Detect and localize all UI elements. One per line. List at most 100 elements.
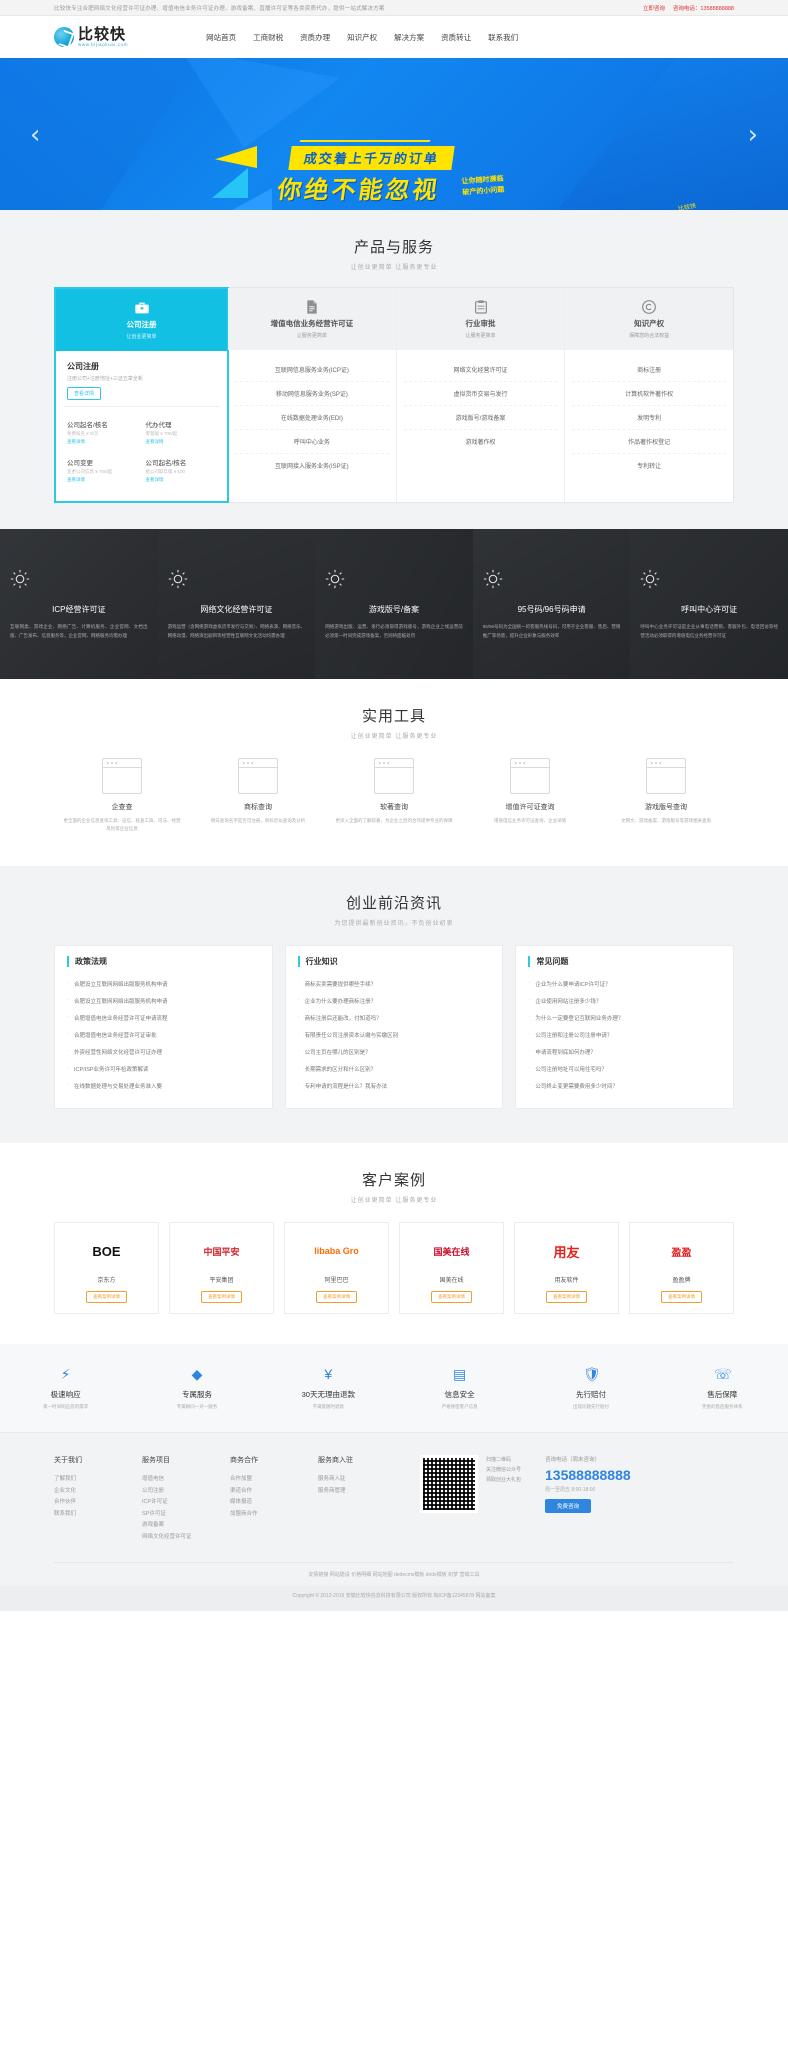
case-card[interactable]: BOE 京东方 查看案例详情 <box>54 1222 159 1315</box>
registration-item[interactable]: 代办代理 零基础 ¥ 700/起 查看详情 <box>142 413 221 451</box>
footer-link[interactable]: 了解我们 <box>54 1474 142 1486</box>
service-item[interactable]: 移动网信息服务业务(SP证) <box>235 382 389 406</box>
service-item[interactable]: 作品著作权登记 <box>572 430 726 454</box>
footer-link[interactable]: 渠道合作 <box>230 1486 318 1498</box>
footer-link[interactable]: 游戏备案 <box>142 1520 230 1532</box>
news-item[interactable]: 公司主页在哪儿的区别是？ <box>298 1043 491 1060</box>
service-item[interactable]: 互联网信息服务业务(ICP证) <box>235 358 389 382</box>
service-item[interactable]: 专利转让 <box>572 454 726 477</box>
nav-item-home[interactable]: 网站首页 <box>206 32 236 43</box>
footer-link[interactable]: 服务商管理 <box>318 1486 406 1498</box>
footer-link[interactable]: 合作加盟 <box>230 1474 318 1486</box>
footer-link[interactable]: SP许可证 <box>142 1509 230 1521</box>
news-item[interactable]: 长期需求的区分和什么区别？ <box>298 1060 491 1077</box>
license-card-culture[interactable]: 网络文化经营许可证 游戏运营（含网络游戏虚拟货币发行与交易）、网络表演、网络音乐… <box>157 529 316 679</box>
tool-item-game-number[interactable]: 游戏版号查询 文网文、游戏备案、游戏版号等游戏相关查询 <box>598 758 734 832</box>
banner-prev-arrow[interactable]: ‹ <box>30 120 40 150</box>
license-card-95-number[interactable]: 95号码/96号码申请 95/96号码为全国统一的客服热线号码，可用于企业客服、… <box>472 529 631 679</box>
news-item[interactable]: 合肥设立互联网网络出版服务机构申请 <box>67 975 260 992</box>
service-item[interactable]: 发明专利 <box>572 406 726 430</box>
service-item[interactable]: 虚拟货币交易与发行 <box>403 382 558 406</box>
case-card[interactable]: 中国平安 平安集团 查看案例详情 <box>169 1222 274 1315</box>
footer-link[interactable]: 合作伙伴 <box>54 1497 142 1509</box>
footer-link[interactable]: 企业文化 <box>54 1486 142 1498</box>
nav-item-solutions[interactable]: 解决方案 <box>394 32 424 43</box>
service-item[interactable]: 在线数据处理业务(EDI) <box>235 406 389 430</box>
news-item[interactable]: 合肥增值电信业务经营许可证申请流程 <box>67 1009 260 1026</box>
footer-link[interactable]: 联系我们 <box>54 1509 142 1521</box>
case-detail-button[interactable]: 查看案例详情 <box>316 1291 357 1304</box>
news-item[interactable]: 有限责任公司注册资本认缴与实缴区别 <box>298 1026 491 1043</box>
news-item[interactable]: 企业为什么要办理商标注册？ <box>298 992 491 1009</box>
news-item[interactable]: 公司注册地址可以用住宅吗？ <box>528 1060 721 1077</box>
item-link[interactable]: 查看详情 <box>146 477 217 483</box>
product-card-industry-approval[interactable]: 行业审批 让服务更简单 网络文化经营许可证 虚拟货币交易与发行 游戏版号/游戏备… <box>396 288 566 502</box>
product-card-telecom-license[interactable]: 增值电信业务经营许可证 让服务更简单 互联网信息服务业务(ICP证) 移动网信息… <box>228 288 397 502</box>
news-item[interactable]: 为什么一定要登记互联网业务办理？ <box>528 1009 721 1026</box>
case-card[interactable]: 盈盈 盈盈牌 查看案例详情 <box>629 1222 734 1315</box>
case-detail-button[interactable]: 查看案例详情 <box>661 1291 702 1304</box>
nav-item-business-tax[interactable]: 工商财税 <box>253 32 283 43</box>
service-item[interactable]: 游戏著作权 <box>404 430 558 453</box>
footer-link[interactable]: 增值电信 <box>142 1474 230 1486</box>
tool-item-trademark[interactable]: 商标查询 明白查询名字是否可注册，商标近似查询及分析 <box>190 758 326 832</box>
tool-item-software-copyright[interactable]: 软著查询 更深入全面的了解软著，为企业之后的合作提供专业的保障 <box>326 758 462 832</box>
footer-link[interactable]: 媒体报道 <box>230 1497 318 1509</box>
news-item[interactable]: 企业为什么要申请ICP许可证？ <box>528 975 721 992</box>
news-item[interactable]: 商标买卖需要提供哪些手续？ <box>298 975 491 992</box>
case-card[interactable]: 国美在线 国美在线 查看案例详情 <box>399 1222 504 1315</box>
footer-link[interactable]: 服务商入驻 <box>318 1474 406 1486</box>
footer-link[interactable]: 网络文化经营许可证 <box>142 1532 230 1544</box>
nav-item-contact[interactable]: 联系我们 <box>488 32 518 43</box>
news-item[interactable]: 合肥设立互联网网络出版服务机构申请 <box>67 992 260 1009</box>
friend-links[interactable]: 友情链接 网站建设 价格明细 网站地图 dedecms模板 dede模板 织梦 … <box>54 1561 734 1586</box>
item-link[interactable]: 查看详情 <box>67 477 138 483</box>
service-item[interactable]: 呼叫中心业务 <box>235 430 389 454</box>
product-card-company-registration[interactable]: 公司注册 让创业更简单 公司注册 注册公司+注册地址+三证五章全新 查看详情 公… <box>55 288 229 502</box>
site-logo[interactable]: 比较快 www.bijiaokuai.com <box>54 27 128 48</box>
news-item[interactable]: 合肥增值电信业务经营许可证审批 <box>67 1026 260 1043</box>
nav-item-qualification[interactable]: 资质办理 <box>300 32 330 43</box>
registration-item[interactable]: 公司起名/核名 给公司取年版 ¥ 100 查看详情 <box>142 451 221 489</box>
case-detail-button[interactable]: 查看案例详情 <box>431 1291 472 1304</box>
news-item[interactable]: 外资经营性网络文化经营许可证办理 <box>67 1043 260 1060</box>
news-item[interactable]: 公司终止变更需要费用多少时间？ <box>528 1077 721 1094</box>
service-item[interactable]: 网络文化经营许可证 <box>403 358 558 382</box>
tool-item-license-query[interactable]: 增值许可证查询 增值电信业务许可证查询，企业详情 <box>462 758 598 832</box>
news-item[interactable]: 在线数据处理与交易处理业务准入要 <box>67 1077 260 1094</box>
item-link[interactable]: 查看详情 <box>146 439 217 445</box>
footer-link[interactable]: ICP许可证 <box>142 1497 230 1509</box>
news-item[interactable]: 商标注册后还能改，付知道吗？ <box>298 1009 491 1026</box>
free-consult-button[interactable]: 免费咨询 <box>545 1499 592 1514</box>
case-card[interactable]: 用友 用友软件 查看案例详情 <box>514 1222 619 1315</box>
license-card-icp[interactable]: ICP经营许可证 互联网类、游戏企业、网络广告、计算机服务、企业官网、文档出版、… <box>0 529 158 679</box>
news-item[interactable]: 申请流程到底如何办理？ <box>528 1043 721 1060</box>
service-item[interactable]: 互联网接入服务业务(ISP证) <box>235 454 389 477</box>
registration-item[interactable]: 公司起名/核名 免费核名 ¥ 0/次 查看详情 <box>63 413 142 451</box>
product-card-ip[interactable]: 知识产权 保障您的合法权益 商标注册 计算机软件著作权 发明专利 作品著作权登记… <box>565 288 733 502</box>
footer-link[interactable]: 公司注册 <box>142 1486 230 1498</box>
news-item[interactable]: 企业使用网站注册多少钱？ <box>528 992 721 1009</box>
featured-detail-button[interactable]: 查看详情 <box>67 387 102 400</box>
footer-link[interactable]: 加盟商合作 <box>230 1509 318 1521</box>
case-detail-button[interactable]: 查看案例详情 <box>201 1291 242 1304</box>
service-item[interactable]: 游戏版号/游戏备案 <box>403 406 558 430</box>
news-item[interactable]: 公司注册和注册公司注册申请？ <box>528 1026 721 1043</box>
news-item[interactable]: ICP/ISP业务许可年检政策解读 <box>67 1060 260 1077</box>
nav-item-ip[interactable]: 知识产权 <box>347 32 377 43</box>
item-link[interactable]: 查看详情 <box>67 439 138 445</box>
registration-item[interactable]: 公司变更 变更公司信息 ¥ 700/起 查看详情 <box>63 451 142 489</box>
tool-item-qichacha[interactable]: 企查查 更全面的企业信息查询工具：征信、核查工商、司法、经营风险等企业信息 <box>54 758 190 832</box>
nav-item-transfer[interactable]: 资质转让 <box>441 32 471 43</box>
news-item[interactable]: 专利申请的流程是什么？我有办法 <box>298 1077 491 1094</box>
consult-link[interactable]: 立即咨询 <box>643 4 665 12</box>
service-item[interactable]: 商标注册 <box>572 358 726 382</box>
case-card[interactable]: libaba Gro 阿里巴巴 查看案例详情 <box>284 1222 389 1315</box>
case-detail-button[interactable]: 查看案例详情 <box>546 1291 587 1304</box>
footer-col-about: 关于我们 了解我们 企业文化 合作伙伴 联系我们 <box>54 1455 142 1543</box>
license-card-game[interactable]: 游戏版号/备案 网络游戏出版、运营、发行必须取得游戏版号，游戏企业上线运营前必须… <box>315 529 473 679</box>
case-detail-button[interactable]: 查看案例详情 <box>86 1291 127 1304</box>
service-item[interactable]: 计算机软件著作权 <box>572 382 726 406</box>
banner-next-arrow[interactable]: › <box>748 120 758 150</box>
license-card-callcenter[interactable]: 呼叫中心许可证 呼叫中心业务许可证是企业从事电话营销、客服外包、电话回访等经营活… <box>630 529 788 679</box>
